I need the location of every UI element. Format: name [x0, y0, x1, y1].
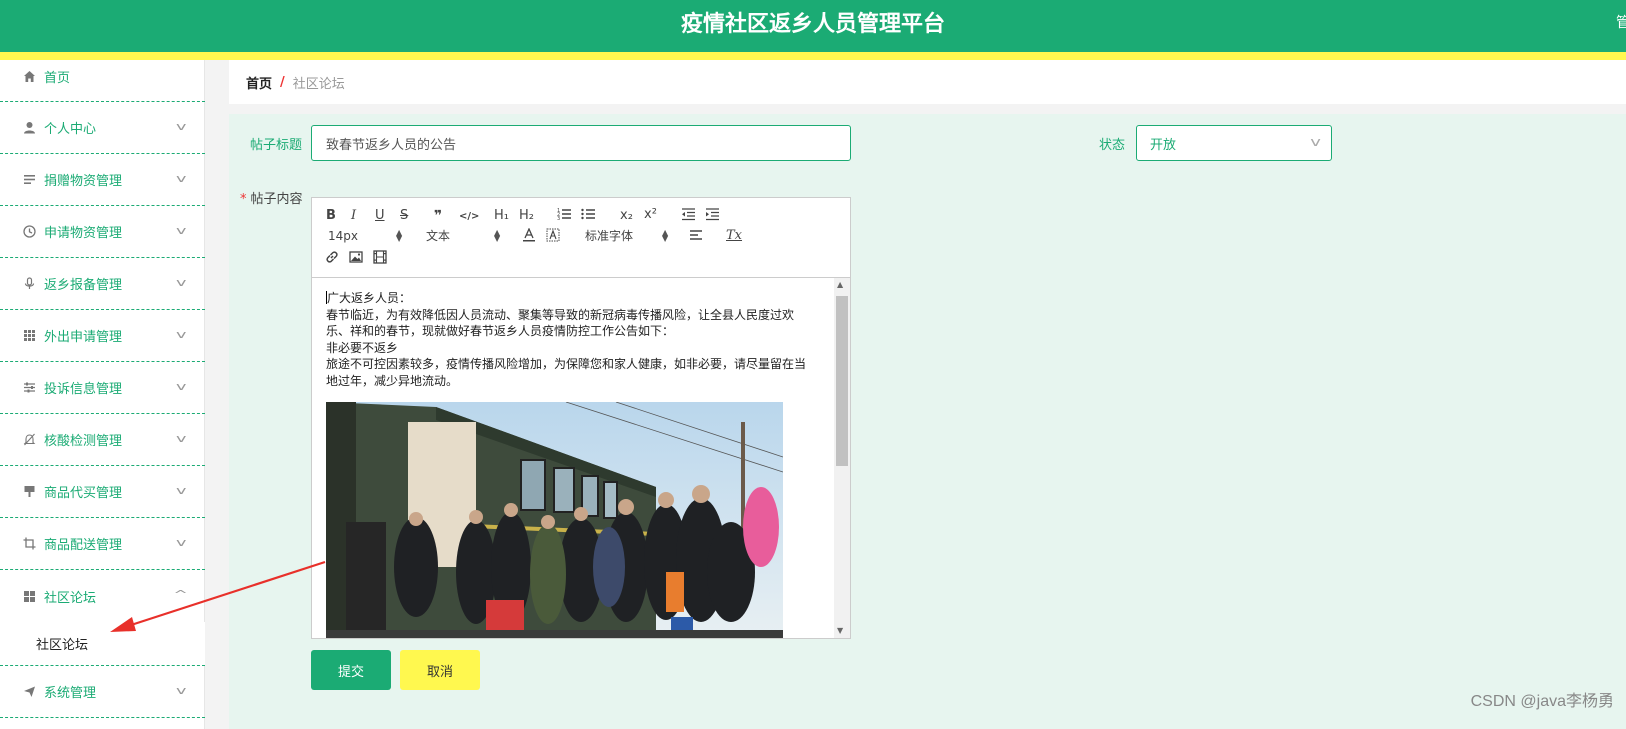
watermark: CSDN @java李杨勇 [1470, 693, 1614, 710]
annotation-arrow [110, 560, 326, 632]
